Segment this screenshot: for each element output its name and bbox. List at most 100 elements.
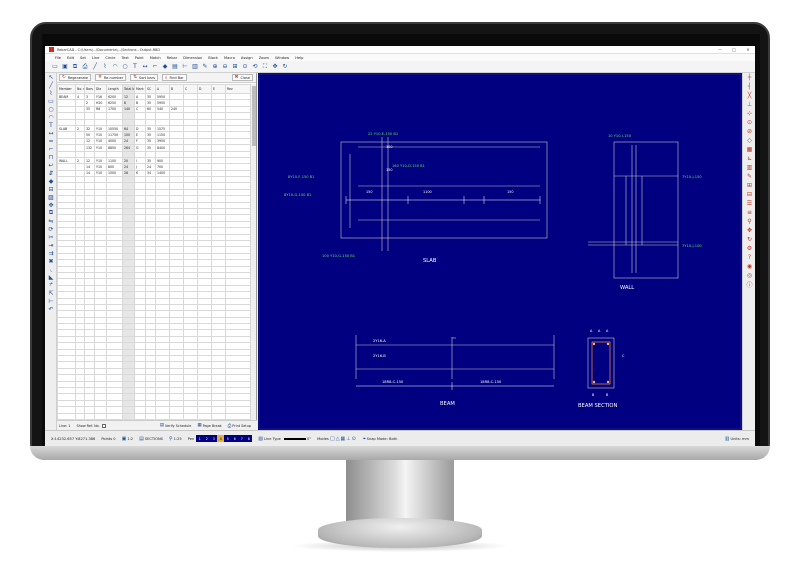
offset-icon[interactable]: ⇉	[45, 249, 57, 257]
column-header[interactable]: B	[169, 84, 184, 94]
globe-icon[interactable]: ◉	[743, 262, 755, 271]
snap-int-icon[interactable]: ╳	[743, 91, 755, 100]
arc-draw-icon[interactable]: ◠	[45, 113, 57, 121]
snap-quad-icon[interactable]: ◇	[743, 136, 755, 145]
snap-tan-icon[interactable]: ⊘	[743, 127, 755, 136]
text-icon[interactable]: T	[131, 63, 139, 71]
open-icon[interactable]: ▭	[51, 63, 59, 71]
mirror-icon[interactable]: ⇋	[45, 217, 57, 225]
regen-icon[interactable]: ↻	[743, 235, 755, 244]
menu-match[interactable]: Match	[150, 56, 161, 60]
measure-tool-icon[interactable]: ⊢	[45, 297, 57, 305]
rebar-hook-icon[interactable]: ↩	[45, 161, 57, 169]
column-header[interactable]: Dia	[94, 84, 107, 94]
units-indicator[interactable]: ▥ Units: mm	[725, 436, 749, 442]
layer-icon[interactable]: ▥	[191, 63, 199, 71]
line-icon[interactable]: ╱	[91, 63, 99, 71]
zoom-out-icon[interactable]: ⊖	[221, 63, 229, 71]
settings-icon[interactable]: ⚙	[743, 244, 755, 253]
move-icon[interactable]: ✥	[45, 201, 57, 209]
column-header[interactable]: D	[197, 84, 212, 94]
rebar-icon[interactable]: ⌐	[151, 63, 159, 71]
menu-point[interactable]: Point	[135, 56, 144, 60]
circle-draw-icon[interactable]: ○	[45, 105, 57, 113]
show-ref-checkbox[interactable]	[101, 423, 106, 428]
pen-swatch[interactable]: 2	[203, 435, 211, 442]
pen-swatch[interactable]: 4	[217, 435, 225, 442]
minimize-button[interactable]: —	[713, 47, 727, 52]
pen-icon[interactable]: ✎	[201, 63, 209, 71]
stack-icon[interactable]: ◎	[743, 271, 755, 280]
fillet-icon[interactable]: ◟	[45, 265, 57, 273]
show-ref-toggle[interactable]: Show Ref. No.	[76, 423, 106, 428]
close-button[interactable]: ✕	[741, 47, 755, 52]
drawing-canvas[interactable]: 22 Y10-E-150 B1 8Y10-F-150 B1 8Y10-G-150…	[258, 73, 742, 430]
block-edit-icon[interactable]: ⊟	[743, 190, 755, 199]
column-header[interactable]: No. mbrs	[75, 84, 85, 94]
rotate-icon[interactable]: ⟳	[45, 225, 57, 233]
menu-block[interactable]: Block	[208, 56, 218, 60]
copy-tool-icon[interactable]: ⧉	[45, 209, 57, 217]
pen-swatch[interactable]: 5	[224, 435, 232, 442]
pan-icon[interactable]: ✥	[271, 63, 279, 71]
schedule-icon[interactable]: ▤	[171, 63, 179, 71]
dimension-tool-icon[interactable]: ↔	[45, 129, 57, 137]
column-header[interactable]: Mark	[134, 84, 146, 94]
redraw-icon[interactable]: ↻	[281, 63, 289, 71]
rebar-bent-icon[interactable]: ⌐	[45, 145, 57, 153]
column-header[interactable]: E	[211, 84, 226, 94]
hatch-icon[interactable]: ▨	[45, 193, 57, 201]
chamfer-icon[interactable]: ◣	[45, 273, 57, 281]
arc-icon[interactable]: ◠	[111, 63, 119, 71]
extend-icon[interactable]: ⇥	[45, 241, 57, 249]
text-tool-icon[interactable]: T	[45, 121, 57, 129]
pen-swatch[interactable]: 3	[210, 435, 218, 442]
stretch-icon[interactable]: ⇱	[45, 289, 57, 297]
rebar-range-icon[interactable]: ⇵	[45, 169, 57, 177]
menu-dimension[interactable]: Dimension	[183, 56, 202, 60]
menu-zoom[interactable]: Zoom	[259, 56, 269, 60]
zoom-selector[interactable]: ⚲ 1:25	[169, 436, 182, 442]
zoom-in-icon[interactable]: ⊕	[211, 63, 219, 71]
bar-label-icon[interactable]: ◆	[45, 177, 57, 185]
print-setup-button[interactable]: ⎙ Print Setup	[228, 423, 251, 429]
snap-mode-selector[interactable]: ⌖ Snap Mode: Both	[363, 436, 398, 442]
zoom-tool-icon[interactable]: ⚲	[743, 217, 755, 226]
column-header[interactable]: SC	[145, 84, 156, 94]
snap-cen-icon[interactable]: ⊙	[743, 118, 755, 127]
snap-near-icon[interactable]: ⊹	[743, 109, 755, 118]
menu-rebar[interactable]: Rebar	[167, 56, 178, 60]
regenerate-button[interactable]: ↻ Regenerate	[59, 74, 92, 81]
find-bar-button[interactable]: ⌕ Find Bar	[161, 74, 187, 81]
section-icon[interactable]: ⊟	[45, 185, 57, 193]
save-icon[interactable]: ▣	[61, 63, 69, 71]
grid-toggle-icon[interactable]: ▦	[743, 145, 755, 154]
rect-icon[interactable]: ▭	[45, 97, 57, 105]
snap-mid-icon[interactable]: ┤	[743, 82, 755, 91]
list-icon[interactable]: ≡	[743, 208, 755, 217]
zoom-extents-icon[interactable]: ⛶	[261, 63, 269, 71]
schedule-scrollbar[interactable]	[250, 84, 256, 420]
menu-macro[interactable]: Macro	[224, 56, 235, 60]
ortho-toggle-icon[interactable]: ⊾	[743, 154, 755, 163]
menu-window[interactable]: Window	[275, 56, 289, 60]
break-icon[interactable]: ⌿	[45, 281, 57, 289]
snap-grid-icon[interactable]: ▦	[341, 436, 346, 442]
snap-endpoint-icon[interactable]: □	[330, 436, 335, 442]
menu-edit[interactable]: Edit	[67, 56, 74, 60]
info-icon[interactable]: ⓘ	[743, 280, 755, 289]
select-icon[interactable]: ↖	[45, 73, 57, 81]
snap-center-icon[interactable]: ⊙	[352, 436, 356, 442]
pen-swatch[interactable]: 1	[196, 435, 204, 442]
pen-swatch[interactable]: 6	[231, 435, 239, 442]
layer-selector[interactable]: ▤ SECTIONS	[139, 436, 163, 442]
bar-mark-icon[interactable]: ◆	[161, 63, 169, 71]
close-schedule-button[interactable]: ✖ Close	[231, 74, 253, 81]
zoom-all-icon[interactable]: ⊙	[241, 63, 249, 71]
column-header[interactable]: Bars in each	[84, 84, 95, 94]
column-header[interactable]: A	[155, 84, 170, 94]
pen-swatch[interactable]: 8	[245, 435, 253, 442]
ortho-icon[interactable]: ⊥	[346, 436, 350, 442]
undo-icon[interactable]: ↶	[45, 305, 57, 313]
snap-end-icon[interactable]: ┼	[743, 73, 755, 82]
